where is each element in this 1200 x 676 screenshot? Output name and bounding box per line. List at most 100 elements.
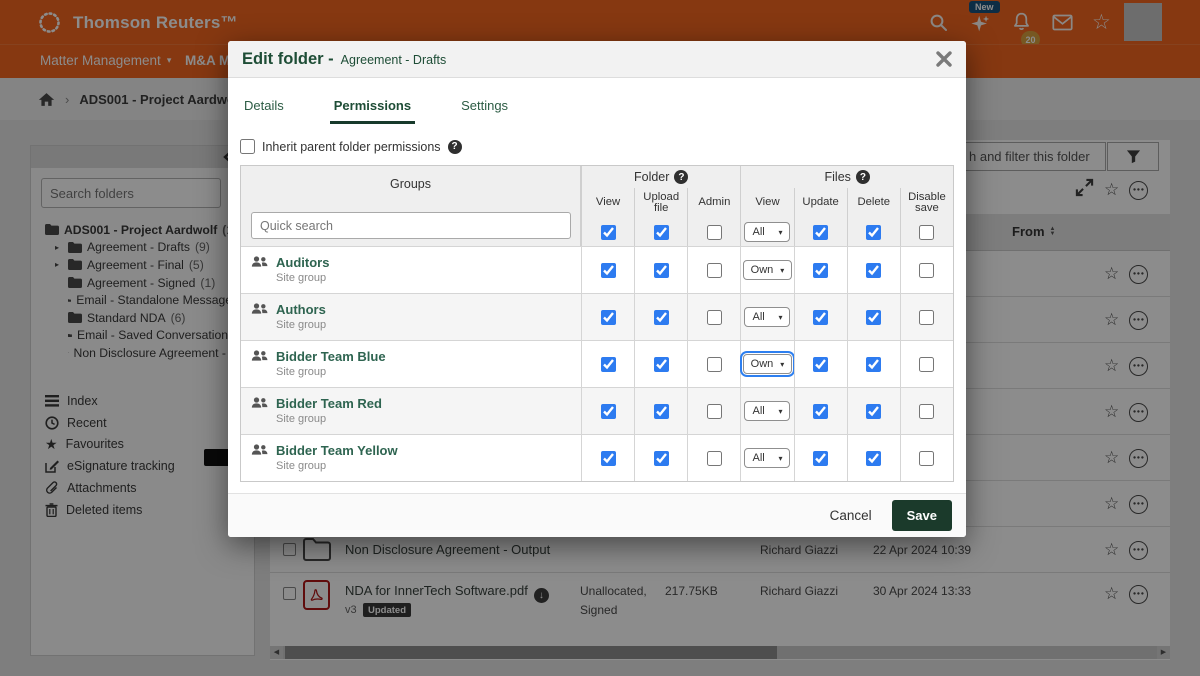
permission-row-bidder-yellow: Bidder Team Yellow Site group All▾ [241,434,953,481]
update-checkbox[interactable] [813,404,828,419]
help-icon[interactable]: ? [674,170,688,184]
cancel-button[interactable]: Cancel [830,508,872,523]
folder-view-checkbox[interactable] [601,310,616,325]
folder-view-checkbox[interactable] [601,451,616,466]
modal-title: Edit folder - [242,50,334,69]
group-type: Site group [276,366,386,378]
modal-body: Details Permissions Settings Inherit par… [228,78,966,482]
delete-checkbox[interactable] [866,404,881,419]
update-checkbox[interactable] [813,263,828,278]
group-users-icon [251,396,268,409]
disable-save-checkbox[interactable] [919,357,934,372]
group-name[interactable]: Bidder Team Red [276,396,382,411]
delete-checkbox[interactable] [866,310,881,325]
chevron-down-icon: ▾ [780,360,784,369]
master-folder-view-checkbox[interactable] [601,225,616,240]
col-update: Update [794,188,847,218]
delete-checkbox[interactable] [866,357,881,372]
permission-row-bidder-blue: Bidder Team Blue Site group Own▾ [241,340,953,387]
chevron-down-icon: ▾ [778,228,782,237]
master-disable-save-checkbox[interactable] [919,225,934,240]
col-folder-view: View [581,188,634,218]
admin-checkbox[interactable] [707,310,722,325]
edit-folder-modal: Edit folder - Agreement - Drafts Details… [228,41,966,537]
col-upload-file: Upload file [634,188,687,218]
chevron-down-icon: ▾ [778,313,782,322]
modal-tabs: Details Permissions Settings [240,92,954,124]
files-view-select[interactable]: All▾ [744,307,790,327]
update-checkbox[interactable] [813,310,828,325]
admin-checkbox[interactable] [707,263,722,278]
upload-checkbox[interactable] [654,263,669,278]
permission-row-bidder-red: Bidder Team Red Site group All▾ [241,387,953,434]
modal-header: Edit folder - Agreement - Drafts [228,41,966,78]
chevron-down-icon: ▾ [778,407,782,416]
inherit-permissions-checkbox[interactable] [240,139,255,154]
group-type: Site group [276,460,398,472]
quick-search-input[interactable]: Quick search [251,212,571,239]
tab-details[interactable]: Details [240,92,288,124]
update-checkbox[interactable] [813,357,828,372]
disable-save-checkbox[interactable] [919,310,934,325]
app: Thomson Reuters™ New 20 ☆ Matter Managem… [0,0,1200,676]
inherit-permissions-row: Inherit parent folder permissions ? [240,139,954,154]
group-name[interactable]: Auditors [276,255,329,270]
disable-save-checkbox[interactable] [919,263,934,278]
col-files-view: View [740,188,793,218]
group-users-icon [251,302,268,315]
update-checkbox[interactable] [813,451,828,466]
master-admin-checkbox[interactable] [707,225,722,240]
master-upload-checkbox[interactable] [654,225,669,240]
upload-checkbox[interactable] [654,451,669,466]
admin-checkbox[interactable] [707,451,722,466]
files-group-header: Files? [740,166,953,188]
delete-checkbox[interactable] [866,451,881,466]
group-name[interactable]: Authors [276,302,326,317]
help-icon[interactable]: ? [856,170,870,184]
group-users-icon [251,349,268,362]
group-users-icon [251,255,268,268]
groups-header-cell: Groups Quick search [241,166,581,246]
save-button[interactable]: Save [892,500,952,531]
modal-subtitle: Agreement - Drafts [341,51,447,67]
files-view-select[interactable]: All▾ [744,401,790,421]
group-type: Site group [276,272,329,284]
group-name[interactable]: Bidder Team Yellow [276,443,398,458]
col-disable-save: Disable save [900,188,953,218]
upload-checkbox[interactable] [654,310,669,325]
chevron-down-icon: ▾ [778,454,782,463]
permissions-table-header: Groups Quick search Folder? Files? View … [241,166,953,246]
master-update-checkbox[interactable] [813,225,828,240]
chevron-down-icon: ▾ [780,266,784,275]
upload-checkbox[interactable] [654,404,669,419]
permission-row-authors: AuthorsSite group All▾ [241,293,953,340]
upload-checkbox[interactable] [654,357,669,372]
groups-header-label: Groups [241,177,580,191]
delete-checkbox[interactable] [866,263,881,278]
disable-save-checkbox[interactable] [919,451,934,466]
permissions-table: Groups Quick search Folder? Files? View … [240,165,954,482]
files-view-select[interactable]: All▾ [744,448,790,468]
col-delete: Delete [847,188,900,218]
permission-row-auditors: Auditors Site group Own▾ [241,246,953,293]
group-users-icon [251,443,268,456]
tab-permissions[interactable]: Permissions [330,92,415,124]
inherit-permissions-label: Inherit parent folder permissions [262,140,441,154]
admin-checkbox[interactable] [707,404,722,419]
disable-save-checkbox[interactable] [919,404,934,419]
group-name[interactable]: Bidder Team Blue [276,349,386,364]
group-type: Site group [276,413,382,425]
folder-view-checkbox[interactable] [601,263,616,278]
modal-footer: Cancel Save [228,493,966,537]
close-icon[interactable] [936,51,952,67]
files-view-select-focused[interactable]: Own▾ [743,354,793,374]
folder-view-checkbox[interactable] [601,404,616,419]
col-admin: Admin [687,188,740,218]
tab-settings[interactable]: Settings [457,92,512,124]
folder-view-checkbox[interactable] [601,357,616,372]
help-icon[interactable]: ? [448,140,462,154]
master-files-view-select[interactable]: All▾ [744,222,790,242]
files-view-select[interactable]: Own▾ [743,260,793,280]
admin-checkbox[interactable] [707,357,722,372]
master-delete-checkbox[interactable] [866,225,881,240]
